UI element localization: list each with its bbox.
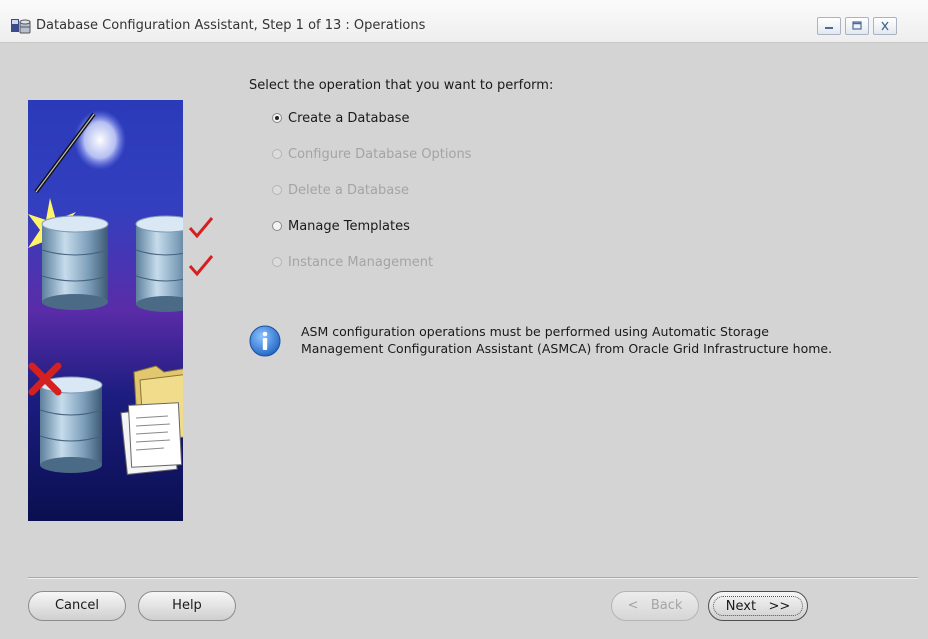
minimize-button[interactable] [817,17,841,35]
back-arrow-icon: < [627,598,639,613]
dbca-window: Database Configuration Assistant, Step 1… [0,0,928,639]
radio-label: Instance Management [288,254,434,270]
radio-manage-templates[interactable]: Manage Templates [272,216,410,236]
next-focus-ring: Next >> [713,596,803,616]
back-label: Back [650,598,683,613]
check-icon [188,217,214,277]
info-line-2: Management Configuration Assistant (ASMC… [301,341,833,356]
maximize-button[interactable] [845,17,869,35]
radio-configure-database-options: Configure Database Options [272,144,471,164]
radio-label: Configure Database Options [288,146,472,162]
maximize-icon [852,21,862,30]
close-button[interactable] [873,17,897,35]
info-icon [249,325,281,357]
radio-create-database[interactable]: Create a Database [272,108,409,128]
database-wizard-graphic [28,100,183,521]
next-label: Next [725,599,757,614]
radio-button[interactable] [272,221,282,231]
window-title: Database Configuration Assistant, Step 1… [36,18,426,33]
radio-instance-management: Instance Management [272,252,433,272]
next-button[interactable]: Next >> [708,591,808,621]
title-bar[interactable]: Database Configuration Assistant, Step 1… [0,0,928,43]
operation-prompt: Select the operation that you want to pe… [249,78,554,93]
wizard-illustration [28,100,183,521]
footer-separator [28,577,918,579]
radio-delete-database: Delete a Database [272,180,409,200]
radio-label: Manage Templates [288,218,410,234]
close-icon [881,21,889,31]
asm-info-message: ASM configuration operations must be per… [301,323,832,357]
back-button: < Back [611,591,699,621]
minimize-icon [825,27,833,29]
next-arrow-icon: >> [768,599,791,614]
radio-button-selected[interactable] [272,113,282,123]
radio-button-disabled [272,257,282,267]
radio-label: Delete a Database [288,182,409,198]
cancel-button[interactable]: Cancel [28,591,126,621]
help-button[interactable]: Help [138,591,236,621]
radio-label: Create a Database [288,110,410,126]
radio-button-disabled [272,149,282,159]
radio-button-disabled [272,185,282,195]
info-line-1: ASM configuration operations must be per… [301,324,769,339]
dbca-app-icon [11,19,31,34]
